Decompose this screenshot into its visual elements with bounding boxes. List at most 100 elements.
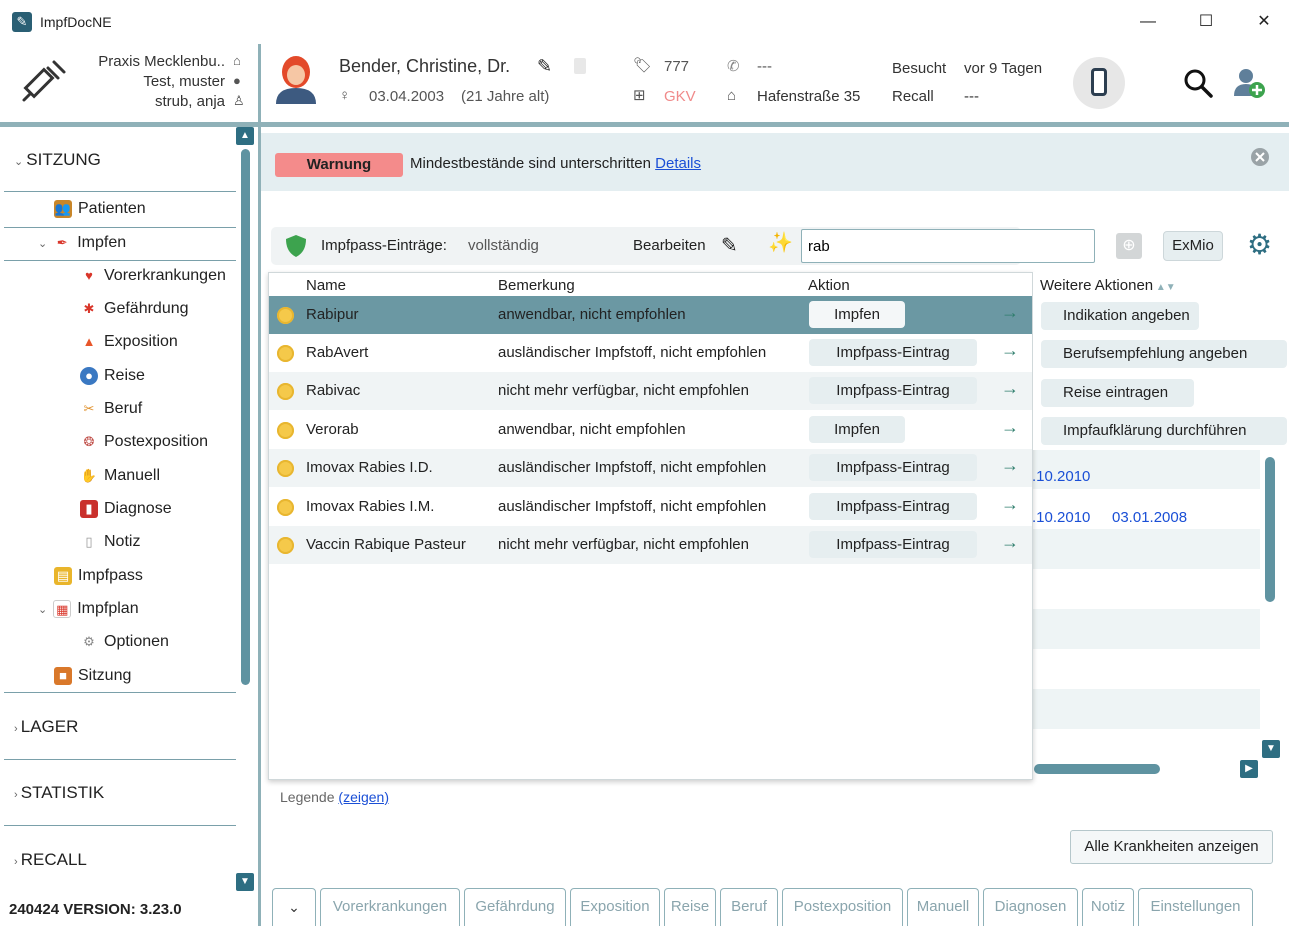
document-icon[interactable] [574,58,586,74]
bg-horizontal-scrollbar-thumb[interactable] [1034,764,1160,774]
scroll-up-icon[interactable]: ▲ [236,127,254,145]
search-icon[interactable] [1183,68,1213,98]
sidebar-item-impfplan[interactable]: ⌄ ▦ Impfplan [38,600,139,618]
sidebar: ⌄ SITZUNG 👥 Patienten ⌄ ✒ Impfen ♥ Vorerkran… [0,127,261,926]
arrow-right-icon[interactable]: → [1001,532,1019,553]
test-user[interactable]: Test, muster [143,73,225,90]
sidebar-item-sitzung[interactable]: ■ Sitzung [54,667,131,685]
bg-scroll-right-icon[interactable]: ▶ [1240,760,1258,778]
current-user[interactable]: strub, anja [155,93,225,110]
berufsempfehlung-angeben-button[interactable]: Berufsempfehlung angeben [1041,340,1287,368]
legende: Legende (zeigen) [280,789,389,805]
impfpass-eintrag-button[interactable]: Impfpass-Eintrag [809,531,977,558]
sidebar-item-patienten[interactable]: 👥 Patienten [54,200,146,218]
indikation-angeben-button[interactable]: Indikation angeben [1041,302,1199,330]
search-input[interactable] [801,229,1095,263]
arrow-right-icon[interactable]: → [1001,455,1019,476]
sidebar-item-optionen[interactable]: ⚙ Optionen [80,633,169,651]
alle-krankheiten-button[interactable]: Alle Krankheiten anzeigen [1070,830,1273,864]
sort-icon[interactable]: ▲▼ [1153,282,1176,293]
section-recall[interactable]: › RECALL [14,850,87,870]
settings-gear-icon[interactable]: ⚙ [1247,229,1272,261]
col-header-weitere-aktionen[interactable]: Weitere Aktionen ▲▼ [1040,277,1176,294]
impfpass-eintrag-button[interactable]: Impfpass-Eintrag [809,454,977,481]
collapse-tabs-button[interactable]: ⌄ [272,888,316,926]
sidebar-item-impfen[interactable]: ⌄ ✒ Impfen [38,234,126,252]
arrow-right-icon[interactable]: → [1001,302,1019,323]
edit-patient-icon[interactable]: ✎ [537,56,552,77]
sidebar-item-impfpass[interactable]: ▤ Impfpass [54,567,143,585]
impfen-button[interactable]: Impfen [809,416,905,443]
tab-gefaehrdung[interactable]: Gefährdung [464,888,566,926]
section-statistik[interactable]: › STATISTIK [14,783,104,803]
impfen-button[interactable]: Impfen [809,301,905,328]
arrow-right-icon[interactable]: → [1001,378,1019,399]
section-sitzung[interactable]: ⌄ SITZUNG [14,150,101,170]
sidebar-item-manuell[interactable]: ✋ Manuell [80,467,160,485]
arrow-right-icon[interactable]: → [1001,340,1019,361]
bearbeiten-button[interactable]: Bearbeiten [633,237,706,254]
praxis-name[interactable]: Praxis Mecklenbu.. [98,53,225,70]
sidebar-scrollbar-thumb[interactable] [241,149,250,685]
table-row[interactable]: Verorab anwendbar, nicht empfohlen Impfe… [269,411,1032,449]
table-row[interactable]: Rabivac nicht mehr verfügbar, nicht empf… [269,372,1032,410]
row-name: Rabivac [306,382,361,399]
pencil-icon[interactable]: ✎ [721,233,738,258]
sidebar-scrollbar-track[interactable]: ▲ ▼ [236,127,256,897]
bg-date: 03.01.2008 [1112,509,1188,526]
section-lager[interactable]: › LAGER [14,717,78,737]
sidebar-item-vorerkrankungen[interactable]: ♥ Vorerkrankungen [80,267,226,285]
col-header-bemerkung[interactable]: Bemerkung [498,277,575,294]
fire-icon: ▲ [80,333,98,351]
col-header-name[interactable]: Name [306,277,346,294]
close-button[interactable]: ✕ [1244,8,1284,36]
arrow-right-icon[interactable]: → [1001,494,1019,515]
impfaufklaerung-button[interactable]: Impfaufklärung durchführen [1041,417,1287,445]
sidebar-item-diagnose[interactable]: ▮ Diagnose [80,500,172,518]
bg-vertical-scrollbar-thumb[interactable] [1265,457,1275,602]
tab-manuell[interactable]: Manuell [907,888,979,926]
tab-notiz[interactable]: Notiz [1082,888,1134,926]
magic-wand-icon[interactable]: ✨ [768,230,793,255]
patient-header: Praxis Mecklenbu.. Test, muster strub, a… [0,44,1289,122]
table-row[interactable]: RabAvert ausländischer Impfstoff, nicht … [269,334,1032,372]
close-warning-icon[interactable] [1250,147,1270,167]
warning-details-link[interactable]: Details [655,155,701,172]
col-header-aktion[interactable]: Aktion [808,277,850,294]
sidebar-item-postexposition[interactable]: ❂ Postexposition [80,433,208,451]
table-row[interactable]: Imovax Rabies I.M. ausländischer Impfsto… [269,488,1032,526]
bg-scroll-down-icon[interactable]: ▼ [1262,740,1280,758]
tab-postexposition[interactable]: Postexposition [782,888,903,926]
bg-date: .10.2010 [1032,509,1091,526]
tab-einstellungen[interactable]: Einstellungen [1138,888,1253,926]
row-bemerkung: nicht mehr verfügbar, nicht empfohlen [498,536,749,553]
sidebar-item-exposition[interactable]: ▲ Exposition [80,333,178,351]
sidebar-item-reise[interactable]: ● Reise [80,367,145,385]
add-disabled-button[interactable]: ⊕ [1116,233,1142,259]
mobile-device-button[interactable] [1073,57,1125,109]
exmio-button[interactable]: ExMio [1163,231,1223,261]
table-row[interactable]: Rabipur anwendbar, nicht empfohlen Impfe… [269,296,1032,334]
sidebar-item-gefaehrdung[interactable]: ✱ Gefährdung [80,300,189,318]
maximize-button[interactable]: ☐ [1186,8,1226,36]
reise-eintragen-button[interactable]: Reise eintragen [1041,379,1194,407]
tab-reise[interactable]: Reise [664,888,716,926]
patient-avatar[interactable] [272,54,320,104]
minimize-button[interactable]: — [1128,8,1168,36]
impfpass-eintrag-button[interactable]: Impfpass-Eintrag [809,377,977,404]
besucht-label: Besucht [892,60,947,77]
tab-beruf[interactable]: Beruf [720,888,778,926]
sidebar-item-notiz[interactable]: ▯ Notiz [80,533,140,551]
tab-vorerkrankungen[interactable]: Vorerkrankungen [320,888,460,926]
legende-zeigen-link[interactable]: (zeigen) [338,789,389,805]
table-row[interactable]: Vaccin Rabique Pasteur nicht mehr verfüg… [269,526,1032,564]
impfpass-eintrag-button[interactable]: Impfpass-Eintrag [809,339,977,366]
sidebar-item-beruf[interactable]: ✂ Beruf [80,400,142,418]
add-patient-icon[interactable] [1233,66,1267,100]
tab-diagnosen[interactable]: Diagnosen [983,888,1078,926]
tab-exposition[interactable]: Exposition [570,888,660,926]
impfpass-eintrag-button[interactable]: Impfpass-Eintrag [809,493,977,520]
table-row[interactable]: Imovax Rabies I.D. ausländischer Impfsto… [269,449,1032,487]
scroll-down-icon[interactable]: ▼ [236,873,254,891]
arrow-right-icon[interactable]: → [1001,417,1019,438]
